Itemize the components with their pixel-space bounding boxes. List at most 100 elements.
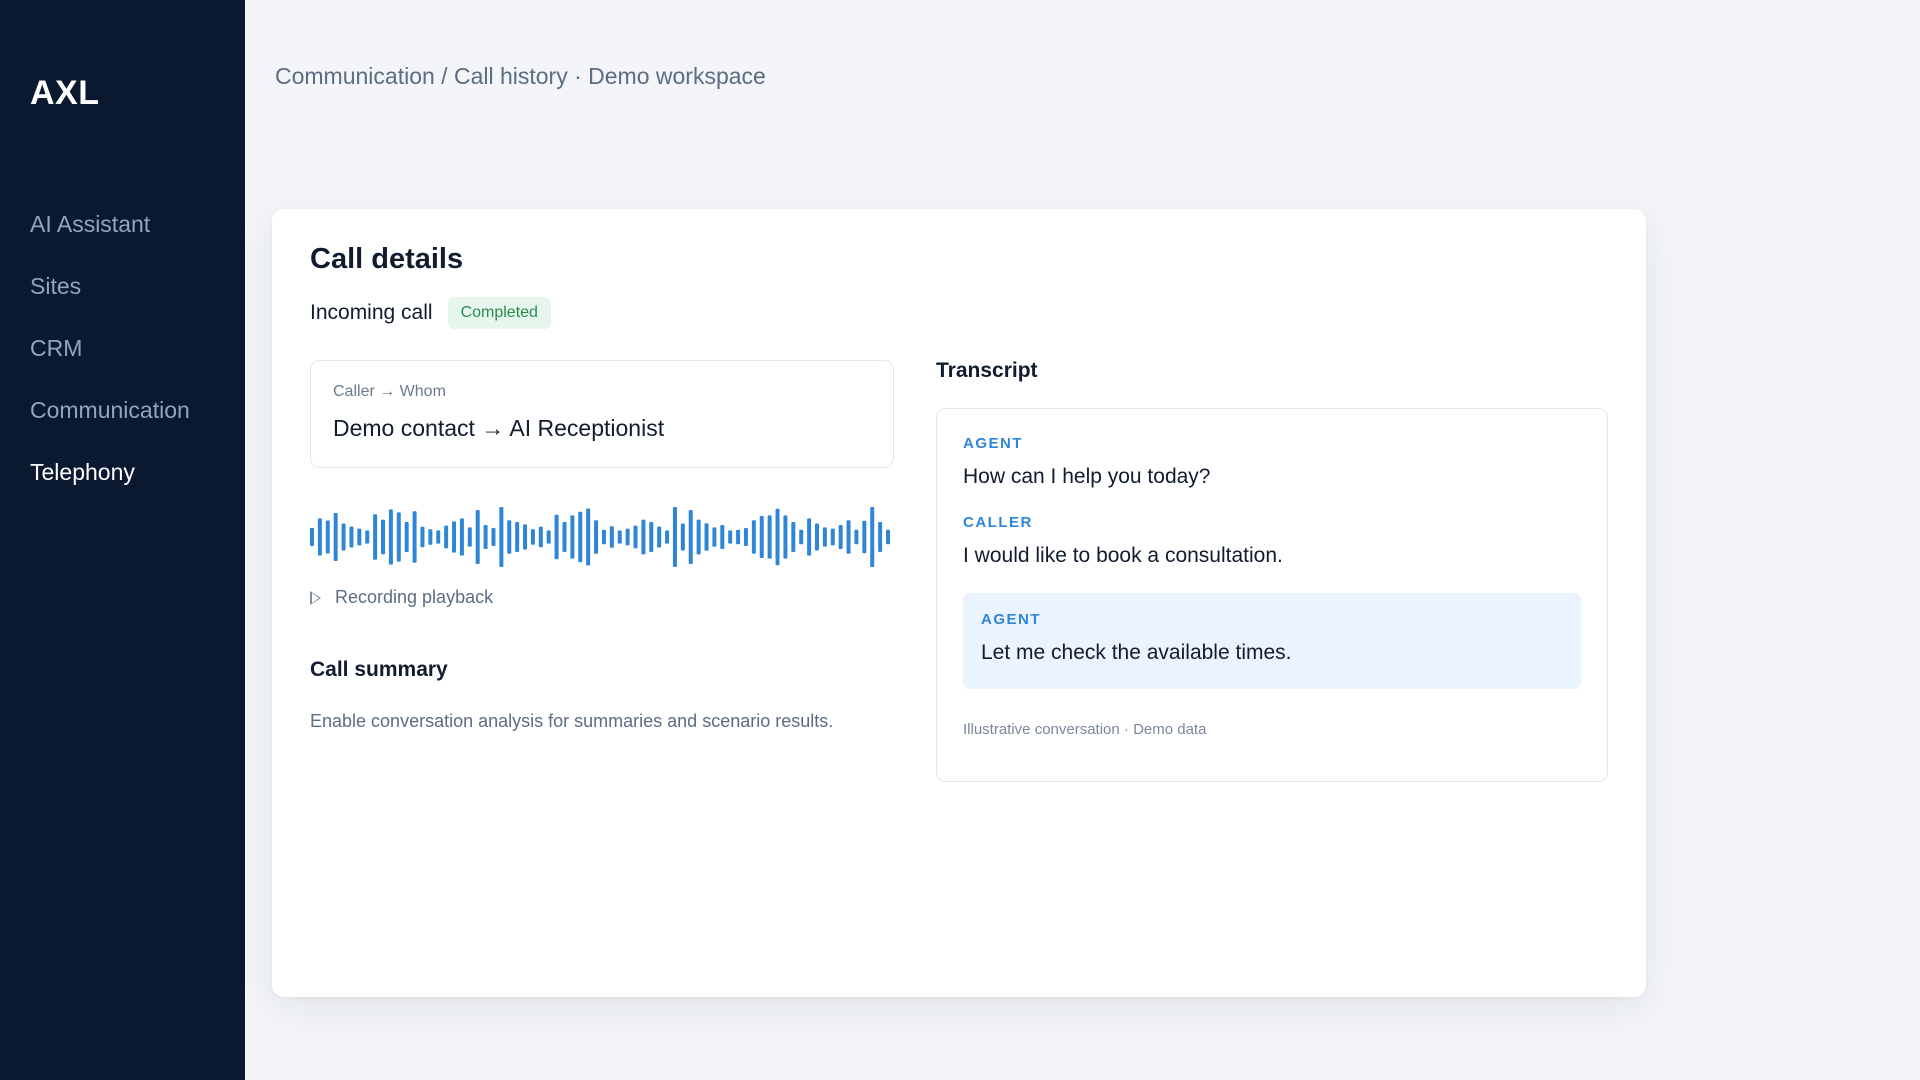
call-type: Incoming call	[310, 301, 433, 324]
waveform-bar	[562, 522, 567, 552]
waveform-bar	[381, 519, 386, 555]
waveform-bar	[807, 518, 812, 556]
logo: AXL	[30, 74, 100, 112]
sidebar-item-communication[interactable]: Communication	[0, 395, 245, 457]
waveform-bar	[554, 514, 559, 560]
transcript-box: AGENT How can I help you today? CALLER I…	[936, 408, 1608, 782]
waveform-bar	[830, 528, 835, 546]
waveform-bar	[310, 528, 314, 546]
waveform-bar	[365, 530, 370, 544]
waveform-bar	[341, 523, 346, 551]
call-meta: Incoming call Completed	[310, 297, 551, 329]
waveform-bar	[672, 507, 677, 567]
waveform-bar	[420, 526, 425, 548]
transcript-title: Transcript	[936, 359, 1038, 382]
waveform-bar	[870, 507, 875, 567]
waveform-bar	[578, 511, 583, 563]
waveform-bar	[846, 520, 851, 554]
play-icon	[310, 590, 321, 605]
message-role: AGENT	[963, 435, 1023, 452]
waveform-bar	[530, 529, 535, 545]
waveform-bar	[373, 514, 378, 560]
main-content: Communication / Call history · Demo work…	[245, 0, 1920, 1080]
sidebar-item-ai-assistant[interactable]: AI Assistant	[0, 209, 245, 271]
message-text: How can I help you today?	[963, 465, 1211, 488]
waveform-bar	[436, 530, 441, 544]
waveform-bar	[799, 529, 804, 545]
waveform-bar	[523, 524, 528, 550]
message-role: CALLER	[963, 514, 1033, 531]
waveform-bar	[412, 511, 417, 563]
waveform-bar	[499, 507, 504, 567]
waveform-bar	[594, 520, 599, 554]
waveform-bar	[657, 526, 662, 548]
waveform-bar	[696, 519, 701, 555]
waveform-bar	[720, 525, 725, 549]
waveform-bar	[475, 510, 480, 564]
waveform-bar	[862, 520, 867, 554]
waveform-bar	[649, 522, 654, 552]
waveform-bar	[878, 522, 883, 552]
call-summary-text: Enable conversation analysis for summari…	[310, 711, 834, 731]
transcript-message: CALLER I would like to book a consultati…	[963, 514, 1581, 568]
waveform-svg	[310, 507, 890, 567]
waveform-bar	[641, 519, 646, 555]
waveform-bar	[736, 529, 741, 545]
transcript-message-highlighted: AGENT Let me check the available times.	[963, 593, 1581, 689]
waveform-bar	[712, 527, 717, 547]
waveform-bar	[467, 527, 472, 547]
message-text: I would like to book a consultation.	[963, 544, 1283, 567]
waveform-bar	[570, 515, 575, 559]
message-text: Let me check the available times.	[981, 641, 1292, 664]
waveform-bar	[728, 530, 733, 544]
caller-whom-value: Demo contact → AI Receptionist	[333, 415, 665, 441]
sidebar-item-crm[interactable]: CRM	[0, 333, 245, 395]
waveform-bar	[814, 523, 819, 551]
caller-whom-box: Caller → Whom Demo contact → AI Receptio…	[310, 360, 894, 468]
waveform-bar	[515, 522, 520, 552]
waveform-bar	[483, 525, 488, 549]
waveform-bar	[783, 515, 788, 559]
waveform-bar	[325, 520, 330, 554]
page-title: Call details	[310, 243, 464, 275]
recording-playback-label: Recording playback	[335, 587, 494, 607]
waveform-bar	[688, 510, 693, 564]
waveform-bar	[601, 529, 606, 545]
sidebar-item-telephony[interactable]: Telephony	[0, 457, 245, 519]
waveform-bar	[633, 525, 638, 549]
waveform-bar	[680, 523, 685, 551]
recording-playback-button[interactable]: Recording playback	[310, 587, 493, 608]
waveform-bar	[396, 512, 401, 562]
waveform-bar	[838, 525, 843, 549]
waveform-bar	[665, 530, 670, 544]
waveform-bar	[775, 508, 780, 566]
waveform-bar	[444, 525, 449, 549]
status-badge: Completed	[447, 297, 551, 329]
breadcrumb: Communication / Call history · Demo work…	[275, 63, 766, 89]
waveform-bar	[491, 528, 496, 546]
audio-waveform[interactable]	[310, 507, 890, 567]
waveform-bar	[751, 520, 756, 554]
app-root: AXL AI Assistant Sites CRM Communication…	[0, 0, 1920, 1080]
waveform-bar	[759, 516, 764, 558]
sidebar-item-sites[interactable]: Sites	[0, 271, 245, 333]
waveform-bar	[617, 530, 622, 544]
waveform-bar	[404, 522, 409, 552]
waveform-bar	[886, 529, 890, 545]
sidebar-nav: AI Assistant Sites CRM Communication Tel…	[0, 209, 245, 519]
waveform-bar	[333, 513, 338, 561]
waveform-bar	[428, 529, 433, 545]
waveform-bar	[609, 526, 614, 548]
waveform-bar	[357, 528, 362, 546]
waveform-bar	[791, 522, 796, 552]
waveform-bar	[507, 520, 512, 554]
transcript-message: AGENT How can I help you today?	[963, 435, 1581, 489]
call-details-card: Call details Incoming call Completed Cal…	[272, 209, 1646, 997]
waveform-bar	[767, 515, 772, 559]
waveform-bar	[822, 527, 827, 547]
waveform-bar	[538, 526, 543, 548]
waveform-bar	[388, 509, 393, 565]
waveform-bar	[704, 523, 709, 551]
waveform-bar	[854, 529, 859, 545]
waveform-bar	[586, 508, 591, 566]
